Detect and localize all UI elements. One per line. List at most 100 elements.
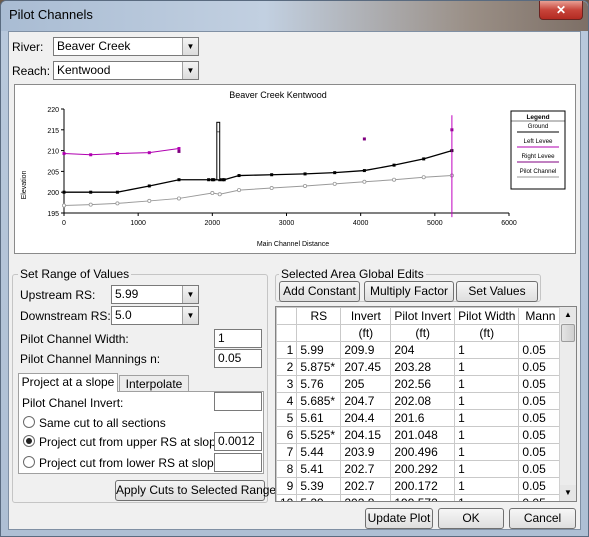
cell-invert[interactable]: 203.9 <box>340 443 392 461</box>
header-rs[interactable]: RS <box>296 307 342 325</box>
table-row[interactable]: 1 5.99 209.9 204 1 0.05 <box>276 341 573 359</box>
table-row[interactable]: 5 5.61 204.4 201.6 1 0.05 <box>276 409 573 427</box>
table-row[interactable]: 8 5.41 202.7 200.292 1 0.05 <box>276 460 573 478</box>
cell-pilot-width[interactable]: 1 <box>454 460 520 478</box>
cell-rs[interactable]: 5.29 <box>296 494 342 501</box>
cell-pilot-width[interactable]: 1 <box>454 392 520 410</box>
header-invert[interactable]: Invert <box>340 307 392 325</box>
cell-pilot-invert[interactable]: 203.28 <box>390 358 456 376</box>
pilot-mannings-input[interactable]: 0.05 <box>214 349 262 368</box>
cell-pilot-invert[interactable]: 204 <box>390 341 456 359</box>
header-pilot-width[interactable]: Pilot Width <box>454 307 520 325</box>
table-row[interactable]: 2 5.875* 207.45 203.28 1 0.05 <box>276 358 573 376</box>
multiply-factor-button[interactable]: Multiply Factor <box>364 281 454 302</box>
tab-project-at-slope[interactable]: Project at a slope <box>18 373 118 392</box>
cell-pilot-width[interactable]: 1 <box>454 375 520 393</box>
cell-pilot-invert[interactable]: 200.496 <box>390 443 456 461</box>
cell-rs[interactable]: 5.685* <box>296 392 342 410</box>
upper-slope-input[interactable]: 0.0012 <box>214 432 262 451</box>
profile-plot[interactable]: 220 215 210 205 200 195 0 1000 2000 3000 4000 5000 6… <box>14 84 576 254</box>
cell-rs[interactable]: 5.525* <box>296 426 342 444</box>
cell-invert[interactable]: 204.4 <box>340 409 392 427</box>
cell-pilot-invert[interactable]: 202.08 <box>390 392 456 410</box>
table-row[interactable]: 7 5.44 203.9 200.496 1 0.05 <box>276 443 573 461</box>
cell-invert[interactable]: 204.7 <box>340 392 392 410</box>
row-number[interactable]: 3 <box>276 375 298 393</box>
project-upper-radio[interactable] <box>23 435 35 447</box>
row-number[interactable]: 10 <box>276 494 298 501</box>
add-constant-button[interactable]: Add Constant <box>279 281 360 302</box>
cell-invert[interactable]: 204.15 <box>340 426 392 444</box>
cell-invert[interactable]: 209.9 <box>340 341 392 359</box>
table-row[interactable]: 9 5.39 202.7 200.172 1 0.05 <box>276 477 573 495</box>
chevron-down-icon[interactable]: ▼ <box>182 307 198 324</box>
row-number[interactable]: 6 <box>276 426 298 444</box>
same-cut-label[interactable]: Same cut to all sections <box>39 416 166 430</box>
cell-pilot-invert[interactable]: 201.048 <box>390 426 456 444</box>
update-plot-button[interactable]: Update Plot <box>365 508 433 529</box>
cell-invert[interactable]: 202.8 <box>340 494 392 501</box>
cell-pilot-width[interactable]: 1 <box>454 443 520 461</box>
chevron-down-icon[interactable]: ▼ <box>182 62 198 79</box>
apply-cuts-button[interactable]: Apply Cuts to Selected Range <box>115 480 276 501</box>
cell-pilot-width[interactable]: 1 <box>454 358 520 376</box>
title-bar[interactable]: Pilot Channels ✕ <box>1 1 588 31</box>
river-select[interactable]: Beaver Creek ▼ <box>53 37 199 56</box>
cell-pilot-invert[interactable]: 200.172 <box>390 477 456 495</box>
chevron-down-icon[interactable]: ▼ <box>182 286 198 303</box>
row-number[interactable]: 7 <box>276 443 298 461</box>
row-number[interactable]: 4 <box>276 392 298 410</box>
cell-pilot-invert[interactable]: 202.56 <box>390 375 456 393</box>
row-number[interactable]: 5 <box>276 409 298 427</box>
cell-rs[interactable]: 5.39 <box>296 477 342 495</box>
header-pilot-invert[interactable]: Pilot Invert <box>390 307 456 325</box>
cell-invert[interactable]: 205 <box>340 375 392 393</box>
cell-invert[interactable]: 207.45 <box>340 358 392 376</box>
cell-invert[interactable]: 202.7 <box>340 460 392 478</box>
same-cut-radio[interactable] <box>23 416 35 428</box>
pilot-width-input[interactable]: 1 <box>214 329 262 348</box>
cell-pilot-width[interactable]: 1 <box>454 494 520 501</box>
cell-pilot-width[interactable]: 1 <box>454 477 520 495</box>
upstream-rs-select[interactable]: 5.99 ▼ <box>111 285 199 304</box>
table-row[interactable]: 3 5.76 205 202.56 1 0.05 <box>276 375 573 393</box>
table-row[interactable]: 4 5.685* 204.7 202.08 1 0.05 <box>276 392 573 410</box>
scroll-up-icon[interactable]: ▲ <box>560 307 576 323</box>
row-number[interactable]: 8 <box>276 460 298 478</box>
reach-select[interactable]: Kentwood ▼ <box>53 61 199 80</box>
project-lower-label[interactable]: Project cut from lower RS at slope: <box>39 456 224 470</box>
cell-rs[interactable]: 5.76 <box>296 375 342 393</box>
cell-pilot-invert[interactable]: 201.6 <box>390 409 456 427</box>
cell-invert[interactable]: 202.7 <box>340 477 392 495</box>
scroll-down-icon[interactable]: ▼ <box>560 485 576 501</box>
cell-rs[interactable]: 5.41 <box>296 460 342 478</box>
cell-pilot-invert[interactable]: 200.292 <box>390 460 456 478</box>
table-scrollbar[interactable]: ▲ ▼ <box>559 307 576 501</box>
downstream-rs-select[interactable]: 5.0 ▼ <box>111 306 199 325</box>
pilot-invert-input[interactable] <box>214 392 262 411</box>
chevron-down-icon[interactable]: ▼ <box>182 38 198 55</box>
row-number[interactable]: 9 <box>276 477 298 495</box>
cell-pilot-invert[interactable]: 199.572 <box>390 494 456 501</box>
row-number[interactable]: 2 <box>276 358 298 376</box>
cell-rs[interactable]: 5.99 <box>296 341 342 359</box>
cell-pilot-width[interactable]: 1 <box>454 426 520 444</box>
cell-rs[interactable]: 5.875* <box>296 358 342 376</box>
cell-rs[interactable]: 5.61 <box>296 409 342 427</box>
cell-pilot-width[interactable]: 1 <box>454 341 520 359</box>
cell-rs[interactable]: 5.44 <box>296 443 342 461</box>
close-button[interactable]: ✕ <box>539 1 583 20</box>
cancel-button[interactable]: Cancel <box>509 508 576 529</box>
project-lower-radio[interactable] <box>23 456 35 468</box>
table-row[interactable]: 6 5.525* 204.15 201.048 1 0.05 <box>276 426 573 444</box>
cell-pilot-width[interactable]: 1 <box>454 409 520 427</box>
ground-point <box>362 169 366 173</box>
pilot-channel-table[interactable]: RS Invert Pilot Invert Pilot Width Mann … <box>275 306 577 502</box>
ok-button[interactable]: OK <box>438 508 504 529</box>
set-values-button[interactable]: Set Values <box>456 281 538 302</box>
row-number[interactable]: 1 <box>276 341 298 359</box>
scroll-thumb[interactable] <box>561 324 575 342</box>
table-row[interactable]: 105.29202.8199.57210.05 <box>276 494 573 501</box>
project-upper-label[interactable]: Project cut from upper RS at slope: <box>39 435 226 449</box>
lower-slope-input[interactable] <box>214 453 262 472</box>
